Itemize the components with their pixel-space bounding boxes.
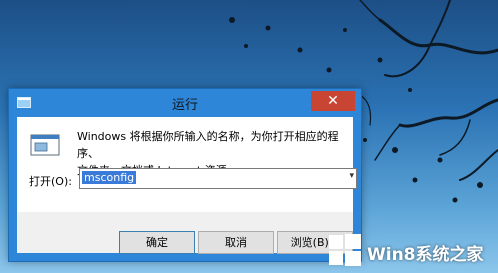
cancel-button[interactable]: 取消: [198, 231, 274, 254]
chevron-down-icon[interactable]: ▾: [349, 171, 354, 181]
watermark-text: Win8系统之家: [367, 245, 484, 265]
window-title: 运行: [171, 98, 198, 113]
title-bar[interactable]: 运行 ✕: [9, 89, 361, 116]
description-line-1: Windows 将根据你所输入的名称，为你打开相应的程序、: [77, 130, 339, 160]
open-label: 打开(O):: [29, 175, 72, 188]
ok-button[interactable]: 确定: [119, 231, 195, 254]
command-input-value[interactable]: msconfig: [82, 171, 137, 184]
windows-logo-icon: [329, 234, 361, 266]
run-program-icon: [30, 134, 60, 156]
command-combobox[interactable]: msconfig ▾: [79, 168, 357, 189]
run-dialog: 运行 ✕ Windows 将根据你所输入的名称，为你打开相应的程序、 文件夹、文…: [8, 88, 362, 262]
close-button[interactable]: ✕: [311, 91, 355, 111]
dialog-content: Windows 将根据你所输入的名称，为你打开相应的程序、 文件夹、文档或 In…: [17, 117, 357, 212]
dialog-body: Windows 将根据你所输入的名称，为你打开相应的程序、 文件夹、文档或 In…: [17, 117, 357, 254]
